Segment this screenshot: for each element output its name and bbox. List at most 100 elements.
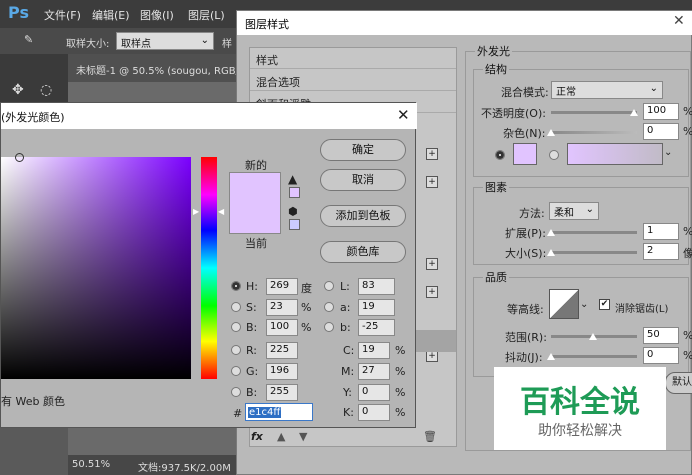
spread-slider-thumb[interactable] bbox=[547, 229, 555, 236]
s-radio[interactable] bbox=[231, 302, 241, 312]
layer-style-titlebar[interactable]: 图层样式 ✕ bbox=[237, 11, 692, 35]
ps-logo: Ps bbox=[8, 3, 29, 22]
k-label: K: bbox=[343, 406, 354, 419]
range-slider-thumb[interactable] bbox=[589, 333, 597, 340]
zoom-level[interactable]: 50.51% bbox=[72, 459, 110, 470]
gamut-swatch[interactable] bbox=[289, 187, 300, 198]
color-picker-titlebar[interactable]: (外发光颜色) ✕ bbox=[1, 103, 417, 129]
tool-panel: ✥ ◌ bbox=[0, 54, 68, 104]
add-effect-icon[interactable]: + bbox=[426, 286, 438, 298]
color-field-cursor[interactable] bbox=[15, 153, 24, 162]
opacity-slider-thumb[interactable] bbox=[630, 109, 638, 116]
elements-heading: 图素 bbox=[483, 179, 509, 195]
jitter-field[interactable]: 0 bbox=[643, 347, 679, 364]
k-field[interactable]: 0 bbox=[358, 404, 390, 421]
spread-field[interactable]: 1 bbox=[643, 223, 679, 240]
c-field[interactable]: 19 bbox=[358, 342, 390, 359]
warning-icon[interactable]: ▲ bbox=[288, 172, 297, 186]
cancel-button[interactable]: 取消 bbox=[320, 169, 406, 191]
saturation-brightness-field[interactable] bbox=[1, 153, 191, 379]
noise-slider-thumb[interactable] bbox=[547, 129, 555, 136]
glow-gradient-swatch[interactable] bbox=[567, 143, 663, 165]
close-icon[interactable]: ✕ bbox=[673, 13, 685, 29]
menu-layer[interactable]: 图层(L) bbox=[188, 7, 225, 23]
style-list-item[interactable]: 样式 bbox=[250, 48, 456, 69]
hue-slider-left-arrow[interactable]: ▶ bbox=[193, 207, 199, 216]
status-bar: 50.51% 文档:937.5K/2.00M bbox=[68, 455, 240, 475]
chevron-down-icon[interactable]: ⌄ bbox=[580, 299, 588, 310]
add-effect-icon[interactable]: + bbox=[426, 176, 438, 188]
a-field[interactable]: 19 bbox=[358, 299, 395, 316]
lab-b-radio[interactable] bbox=[324, 322, 334, 332]
s-field[interactable]: 23 bbox=[266, 299, 298, 316]
g-radio[interactable] bbox=[231, 366, 241, 376]
method-select[interactable]: 柔和 ⌄ bbox=[549, 202, 599, 220]
jitter-slider-thumb[interactable] bbox=[547, 353, 555, 360]
color-libraries-button[interactable]: 颜色库 bbox=[320, 241, 406, 263]
blue-field[interactable]: 255 bbox=[266, 384, 298, 401]
web-safe-swatch[interactable] bbox=[289, 219, 300, 230]
hue-slider-right-arrow[interactable]: ◀ bbox=[218, 207, 224, 216]
range-field[interactable]: 50 bbox=[643, 327, 679, 344]
jitter-slider[interactable] bbox=[551, 355, 637, 358]
lasso-tool-icon[interactable]: ◌ bbox=[40, 82, 52, 98]
g-field[interactable]: 196 bbox=[266, 363, 298, 380]
blend-mode-select[interactable]: 正常 ⌄ bbox=[551, 81, 663, 99]
jitter-unit: % bbox=[683, 349, 692, 362]
spread-slider[interactable] bbox=[551, 231, 637, 234]
menu-file[interactable]: 文件(F) bbox=[44, 7, 81, 23]
h-radio[interactable] bbox=[231, 281, 241, 291]
s-label: S: bbox=[246, 301, 257, 314]
m-field[interactable]: 27 bbox=[358, 363, 390, 380]
size-slider[interactable] bbox=[551, 251, 637, 254]
opacity-field[interactable]: 100 bbox=[643, 103, 679, 120]
close-icon[interactable]: ✕ bbox=[397, 106, 410, 124]
move-down-icon[interactable]: ▼ bbox=[299, 430, 307, 443]
chevron-down-icon[interactable]: ⌄ bbox=[664, 147, 672, 158]
sample-size-select[interactable]: 取样点 ⌄ bbox=[116, 32, 214, 50]
blue-radio[interactable] bbox=[231, 387, 241, 397]
fx-icon[interactable]: fx bbox=[251, 430, 263, 443]
y-field[interactable]: 0 bbox=[358, 384, 390, 401]
layer-style-title: 图层样式 bbox=[245, 18, 289, 31]
b-radio[interactable] bbox=[231, 322, 241, 332]
add-effect-icon[interactable]: + bbox=[426, 258, 438, 270]
web-cube-icon[interactable]: ⬢ bbox=[288, 205, 298, 218]
opacity-slider[interactable] bbox=[551, 111, 637, 114]
size-slider-thumb[interactable] bbox=[547, 249, 555, 256]
add-to-swatches-button[interactable]: 添加到色板 bbox=[320, 205, 406, 227]
move-tool-icon[interactable]: ✥ bbox=[12, 82, 24, 98]
r-radio[interactable] bbox=[231, 345, 241, 355]
antialias-checkbox[interactable]: ✔ bbox=[599, 299, 610, 310]
r-field[interactable]: 225 bbox=[266, 342, 298, 359]
document-tab[interactable]: 未标题-1 @ 50.5% (sougou, RGB/ bbox=[68, 54, 240, 82]
menu-edit[interactable]: 编辑(E) bbox=[92, 7, 130, 23]
l-radio[interactable] bbox=[324, 281, 334, 291]
menu-image[interactable]: 图像(I) bbox=[140, 7, 174, 23]
style-list-item[interactable]: 混合选项 bbox=[250, 70, 456, 91]
noise-field[interactable]: 0 bbox=[643, 123, 679, 140]
lab-b-field[interactable]: -25 bbox=[358, 319, 395, 336]
hex-field[interactable]: e1c4ff bbox=[245, 403, 313, 421]
noise-slider[interactable] bbox=[551, 131, 637, 134]
eyedropper-icon[interactable]: ✎ bbox=[24, 33, 33, 46]
opacity-label: 不透明度(O): bbox=[481, 107, 546, 120]
y-label: Y: bbox=[343, 386, 352, 399]
move-up-icon[interactable]: ▲ bbox=[277, 430, 285, 443]
a-radio[interactable] bbox=[324, 302, 334, 312]
hue-slider[interactable] bbox=[201, 157, 217, 379]
web-colors-only-label[interactable]: 有 Web 颜色 bbox=[1, 393, 65, 409]
s-unit: % bbox=[301, 301, 312, 314]
l-field[interactable]: 83 bbox=[358, 278, 395, 295]
add-effect-icon[interactable]: + bbox=[426, 148, 438, 160]
solid-color-radio[interactable] bbox=[495, 150, 505, 160]
default-values-button[interactable]: 默认值 bbox=[665, 372, 692, 394]
contour-preview[interactable] bbox=[549, 289, 579, 319]
h-field[interactable]: 269 bbox=[266, 278, 298, 295]
gradient-radio[interactable] bbox=[549, 150, 559, 160]
trash-icon[interactable]: 🗑 bbox=[423, 430, 437, 443]
b-field[interactable]: 100 bbox=[266, 319, 298, 336]
size-field[interactable]: 2 bbox=[643, 243, 679, 260]
glow-color-swatch[interactable] bbox=[513, 143, 537, 165]
ok-button[interactable]: 确定 bbox=[320, 139, 406, 161]
